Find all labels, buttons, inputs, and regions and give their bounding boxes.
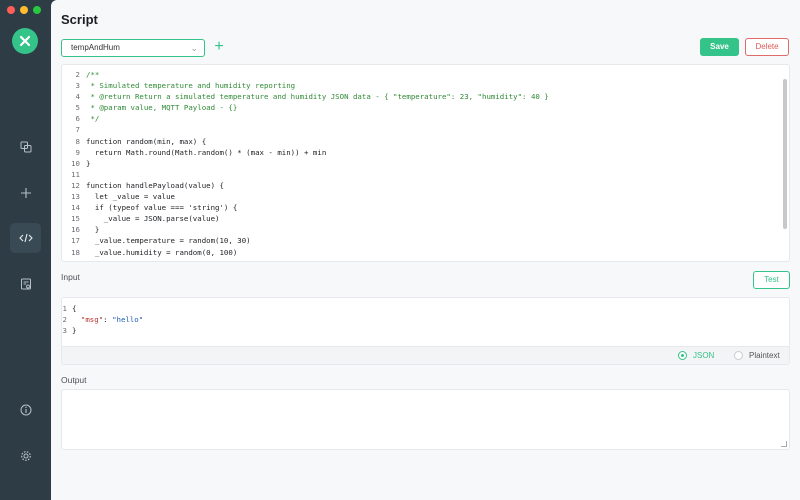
format-plaintext-radio[interactable]: Plaintext: [734, 351, 780, 360]
sidebar-item-script[interactable]: [10, 223, 41, 253]
sidebar-item-connections[interactable]: [10, 132, 41, 162]
save-button[interactable]: Save: [700, 38, 739, 56]
code-line: 11: [71, 169, 80, 179]
code-line: 15 _value = JSON.parse(value): [71, 214, 220, 224]
sidebar-item-new-connection[interactable]: [10, 178, 41, 208]
code-line: 3}: [62, 326, 77, 336]
script-select[interactable]: tempAndHum ⌄: [61, 39, 205, 57]
output-label: Output: [61, 375, 87, 385]
log-icon: [20, 278, 31, 290]
delete-button[interactable]: Delete: [745, 38, 789, 56]
code-line: 13 let _value = value: [71, 192, 175, 202]
code-line: 5 * @param value, MQTT Payload - {}: [75, 103, 238, 113]
copy-icon: [20, 141, 31, 153]
code-line: 2 "msg": "hello": [62, 315, 144, 325]
code-line: 18 _value.humidity = random(0, 100): [71, 247, 238, 257]
gear-icon: [20, 451, 31, 461]
sidebar: [0, 0, 51, 500]
code-line: 8 function random(min, max) {: [75, 136, 207, 146]
input-editor[interactable]: 1{ 2 "msg": "hello" 3} JSON Plaintext: [61, 297, 790, 365]
test-button[interactable]: Test: [753, 271, 790, 289]
code-line: 17 _value.temperature = random(10, 30): [71, 236, 251, 246]
code-line: 14 if (typeof value === 'string') {: [71, 203, 238, 213]
code-line: 3 * Simulated temperature and humidity r…: [75, 81, 296, 91]
code-line: 12 function handlePayload(value) {: [71, 180, 224, 190]
code-line: 1{: [62, 304, 77, 313]
sidebar-item-about[interactable]: [10, 395, 41, 425]
script-editor[interactable]: 2/** 3 * Simulated temperature and humidi…: [61, 64, 790, 262]
maximize-window-button[interactable]: [33, 6, 41, 14]
format-bar: JSON Plaintext: [62, 346, 789, 364]
radio-checked-icon: [678, 351, 687, 360]
plus-icon: [20, 188, 31, 198]
main-panel: Script tempAndHum ⌄ + Save Delete 2/** 3 …: [51, 0, 800, 500]
code-line: 4 * @return Return a simulated temperatu…: [75, 92, 549, 102]
radio-unchecked-icon: [734, 351, 743, 360]
code-line: 16 }: [71, 225, 100, 235]
minimize-window-button[interactable]: [20, 6, 28, 14]
code-line: 2/**: [75, 70, 100, 79]
editor-scrollbar[interactable]: [783, 79, 787, 229]
code-line: 7: [75, 125, 80, 135]
format-json-radio[interactable]: JSON: [678, 351, 714, 360]
input-label: Input: [61, 272, 80, 282]
code-icon: [18, 233, 33, 243]
sidebar-item-settings[interactable]: [10, 441, 41, 471]
output-textarea[interactable]: [61, 389, 790, 450]
chevron-down-icon: ⌄: [190, 43, 198, 53]
script-select-value: tempAndHum: [71, 43, 120, 52]
x-logo-icon: [12, 28, 38, 54]
window-controls: [7, 6, 41, 14]
code-line: 6 */: [75, 114, 100, 124]
page-title: Script: [61, 12, 98, 27]
close-window-button[interactable]: [7, 6, 15, 14]
resize-handle-icon[interactable]: [781, 441, 787, 447]
code-lines: 2/** 3 * Simulated temperature and humidi…: [62, 69, 549, 258]
add-script-button[interactable]: +: [211, 38, 227, 56]
input-code: 1{ 2 "msg": "hello" 3}: [62, 303, 144, 337]
info-icon: [20, 404, 31, 416]
sidebar-item-log[interactable]: [10, 269, 41, 299]
code-line: 10}: [71, 158, 91, 168]
code-line: 9 return Math.round(Math.random() * (max…: [75, 147, 327, 157]
